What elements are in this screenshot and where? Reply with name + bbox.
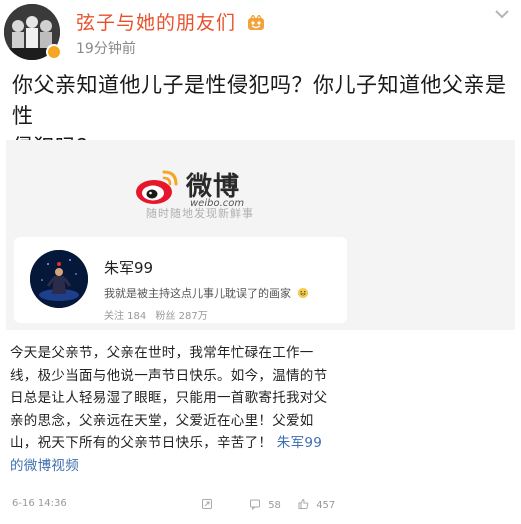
repost-button[interactable] xyxy=(201,498,217,511)
quoted-weibo-footer: 6-16 14:36 58 457 xyxy=(6,496,346,514)
comment-count: 58 xyxy=(268,500,281,511)
grinning-emoji-icon xyxy=(297,287,308,299)
comment-button[interactable]: 58 xyxy=(249,498,281,511)
fan-badge-icon xyxy=(248,15,265,30)
quoted-weibo-date: 6-16 14:36 xyxy=(12,498,67,509)
profile-avatar[interactable] xyxy=(30,250,88,308)
quoted-weibo-text-block: 今天是父亲节，父亲在世时，我常年忙碌在工作一线，极少当面与他说一声节日快乐。如今… xyxy=(10,342,330,477)
profile-card[interactable]: 朱军99 我就是被主持这点儿事儿耽误了的画家 关注 184 粉丝 287万 xyxy=(14,237,347,323)
profile-followers[interactable]: 粉丝 287万 xyxy=(155,311,207,322)
thumbs-up-icon xyxy=(298,498,309,509)
like-count: 457 xyxy=(316,500,336,511)
profile-bio: 我就是被主持这点儿事儿耽误了的画家 xyxy=(104,285,309,301)
profile-following[interactable]: 关注 184 xyxy=(104,311,146,322)
verified-badge-icon xyxy=(46,44,62,60)
comment-icon xyxy=(250,499,260,511)
quoted-weibo-post[interactable]: 今天是父亲节，父亲在世时，我常年忙碌在工作一线，极少当面与他说一声节日快乐。如今… xyxy=(6,330,515,524)
author-name-row[interactable]: 弦子与她的朋友们 xyxy=(76,8,265,35)
like-button[interactable]: 457 xyxy=(297,498,335,511)
weibo-post-view: 弦子与她的朋友们 19分钟前 你父亲知道他儿子是性侵犯吗？你儿子知道他父亲是性 … xyxy=(0,0,521,524)
shared-screenshot[interactable]: 微博 weibo.com 随时随地发现新鲜事 朱军99 我就是被主持这点儿事儿耽… xyxy=(6,140,515,524)
weibo-logo-icon xyxy=(136,170,178,204)
weibo-slogan: 随时随地发现新鲜事 xyxy=(146,207,254,220)
profile-bio-text: 我就是被主持这点儿事儿耽误了的画家 xyxy=(104,287,291,300)
post-header: 弦子与她的朋友们 19分钟前 xyxy=(0,0,521,62)
post-time: 19分钟前 xyxy=(76,41,136,57)
profile-stats: 关注 184 粉丝 287万 xyxy=(104,307,214,322)
chevron-down-icon[interactable] xyxy=(493,8,511,20)
author-name[interactable]: 弦子与她的朋友们 xyxy=(76,12,236,34)
profile-name[interactable]: 朱军99 xyxy=(104,257,153,278)
repost-icon xyxy=(202,499,212,509)
post-text-line1: 你父亲知道他儿子是性侵犯吗？你儿子知道他父亲是性 xyxy=(12,73,507,128)
